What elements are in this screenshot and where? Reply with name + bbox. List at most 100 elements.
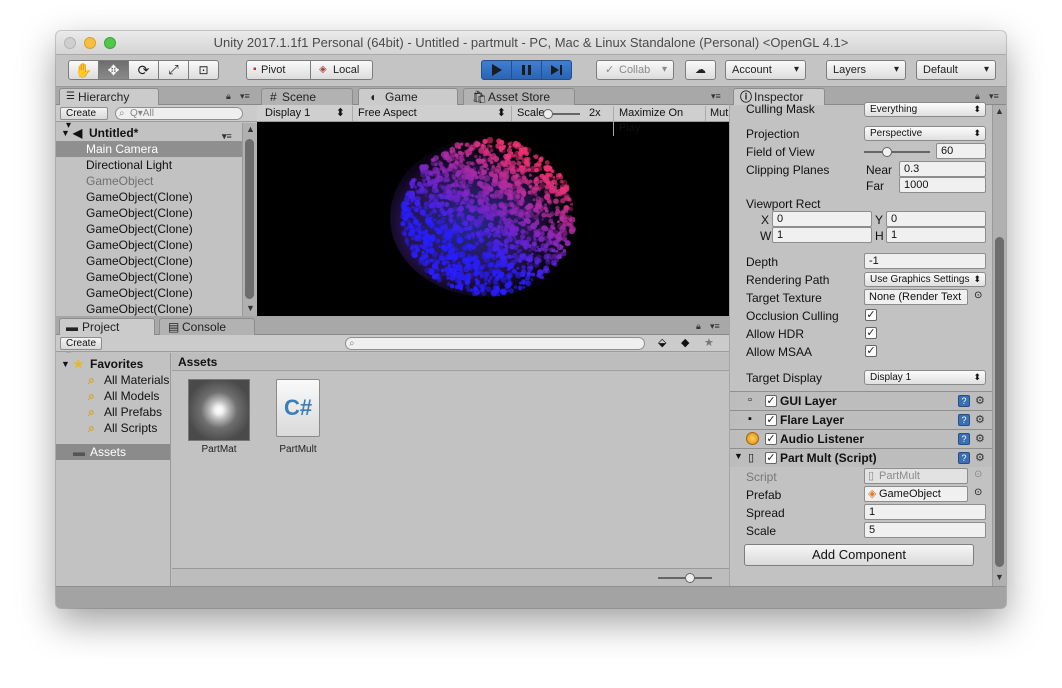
hierarchy-item[interactable]: GameObject(Clone) [56, 269, 242, 285]
viewport-x-field[interactable]: 0 [772, 211, 872, 227]
project-panel-menu-icon[interactable]: ▾≡ [710, 321, 720, 332]
fov-slider-thumb[interactable] [882, 147, 893, 157]
gear-icon[interactable]: ⚙ [975, 414, 985, 426]
close-window-button[interactable] [64, 37, 76, 49]
project-lock-icon[interactable]: 🔒︎ [696, 321, 701, 332]
inspector-scroll-thumb[interactable] [995, 237, 1004, 567]
tab-asset-store[interactable]: 🛍︎ Asset Store [463, 88, 575, 105]
occlusion-culling-checkbox[interactable]: ✓ [865, 309, 877, 321]
tab-game[interactable]: ◖ Game [358, 88, 458, 105]
depth-field[interactable]: -1 [864, 253, 986, 269]
local-toggle-button[interactable]: ◈ Local [310, 60, 373, 80]
cloud-button[interactable]: ☁ [685, 60, 716, 80]
gear-icon[interactable]: ⚙ [975, 433, 985, 445]
minimize-window-button[interactable] [84, 37, 96, 49]
allow-hdr-checkbox[interactable]: ✓ [865, 327, 877, 339]
help-book-icon[interactable]: ? [958, 433, 970, 445]
game-panel-menu-icon[interactable]: ▾≡ [711, 91, 721, 102]
pause-button[interactable] [511, 60, 542, 80]
target-texture-field[interactable]: None (Render Text [864, 289, 968, 305]
rect-tool-button[interactable]: ⊡ [188, 60, 219, 80]
gear-icon[interactable]: ⚙ [975, 395, 985, 407]
layout-dropdown[interactable]: Default [916, 60, 996, 80]
part-mult-script-header[interactable]: ▼ ▯ ✓ Part Mult (Script) ? ⚙ [730, 448, 992, 467]
audio-listener-header[interactable]: ✓ Audio Listener ? ⚙ [730, 429, 992, 448]
mute-audio-toggle[interactable]: Mut [705, 106, 729, 121]
add-component-button[interactable]: Add Component [744, 544, 974, 566]
scale-slider-thumb[interactable] [542, 109, 553, 119]
hierarchy-search-input[interactable]: ⌕ Q▾All [115, 107, 243, 120]
tab-project[interactable]: ▬ Project [59, 318, 155, 335]
object-picker-icon[interactable]: ⊙ [974, 290, 982, 301]
foldout-arrow-icon[interactable]: ▼ [734, 451, 743, 461]
object-picker-icon[interactable]: ⊙ [974, 487, 982, 498]
asset-item-partmat[interactable]: PartMat [188, 379, 252, 459]
gui-layer-enabled-checkbox[interactable]: ✓ [765, 395, 777, 407]
hierarchy-item[interactable]: GameObject(Clone) [56, 285, 242, 301]
foldout-arrow-icon[interactable]: ▼ [61, 125, 70, 141]
favorite-search-item[interactable]: ⌕ All Materials [56, 372, 170, 388]
project-search-input[interactable]: ⌕ [345, 337, 645, 350]
tab-scene[interactable]: # Scene [261, 88, 353, 105]
icon-size-slider-track[interactable] [658, 573, 712, 583]
inspector-lock-icon[interactable]: 🔒︎ [975, 91, 980, 102]
viewport-y-field[interactable]: 0 [886, 211, 986, 227]
favorite-search-item[interactable]: ⌕ All Prefabs [56, 404, 170, 420]
scene-root-row[interactable]: ▼ ◀ Untitled* ▾≡ [56, 125, 242, 141]
icon-size-slider-thumb[interactable] [685, 573, 696, 583]
audio-listener-enabled-checkbox[interactable]: ✓ [765, 433, 777, 445]
help-book-icon[interactable]: ? [958, 414, 970, 426]
gui-layer-header[interactable]: ▫ ✓ GUI Layer ? ⚙ [730, 391, 992, 410]
fov-slider-track[interactable] [864, 147, 930, 157]
hierarchy-scroll-thumb[interactable] [245, 139, 254, 299]
filter-by-label-icon[interactable]: ◆ [681, 336, 689, 349]
hierarchy-item[interactable]: GameObject(Clone) [56, 237, 242, 253]
flare-layer-header[interactable]: ▪ ✓ Flare Layer ? ⚙ [730, 410, 992, 429]
asset-item-partmult[interactable]: C# PartMult [272, 379, 336, 459]
scroll-down-arrow-icon[interactable]: ▼ [993, 572, 1006, 582]
tab-console[interactable]: ▤ Console [159, 318, 255, 335]
near-clip-field[interactable]: 0.3 [899, 161, 986, 177]
scroll-up-arrow-icon[interactable]: ▲ [244, 124, 257, 134]
collab-dropdown[interactable]: ✓ Collab [596, 60, 674, 80]
favorite-search-item[interactable]: ⌕ All Scripts [56, 420, 170, 436]
part-mult-enabled-checkbox[interactable]: ✓ [765, 452, 777, 464]
target-display-dropdown[interactable]: Display 1 [864, 370, 986, 385]
tab-hierarchy[interactable]: ☰ Hierarchy [59, 88, 159, 105]
project-create-button[interactable]: Create ▾ [60, 337, 102, 361]
hand-tool-button[interactable]: ✋ [68, 60, 99, 80]
panel-menu-icon[interactable]: ▾≡ [240, 91, 250, 102]
scale-slider-track[interactable] [542, 109, 580, 119]
filter-by-type-icon[interactable]: ⬙ [658, 336, 666, 349]
pivot-toggle-button[interactable]: ▪ Pivot [246, 60, 311, 80]
hierarchy-item[interactable]: GameObject(Clone) [56, 189, 242, 205]
scale-field[interactable]: 5 [864, 522, 986, 538]
hierarchy-item[interactable]: GameObject(Clone) [56, 301, 242, 316]
allow-msaa-checkbox[interactable]: ✓ [865, 345, 877, 357]
play-button[interactable] [481, 60, 512, 80]
prefab-field[interactable]: ◈ GameObject [864, 486, 968, 502]
move-tool-button[interactable]: ✥ [98, 60, 129, 80]
hierarchy-item[interactable]: GameObject(Clone) [56, 253, 242, 269]
hierarchy-item[interactable]: Directional Light [56, 157, 242, 173]
zoom-window-button[interactable] [104, 37, 116, 49]
culling-mask-dropdown[interactable]: Everything [864, 102, 986, 117]
favorite-star-icon[interactable]: ★ [704, 336, 714, 349]
assets-folder-row[interactable]: ▬ Assets [56, 444, 170, 460]
scroll-up-arrow-icon[interactable]: ▲ [993, 106, 1006, 116]
gear-icon[interactable]: ⚙ [975, 452, 985, 464]
rotate-tool-button[interactable]: ⟳ [128, 60, 159, 80]
fov-field[interactable]: 60 [936, 143, 986, 159]
far-clip-field[interactable]: 1000 [899, 177, 986, 193]
projection-dropdown[interactable]: Perspective [864, 126, 986, 141]
rendering-path-dropdown[interactable]: Use Graphics Settings [864, 272, 986, 287]
display-dropdown[interactable]: Display 1 ⬍ [265, 106, 345, 121]
hierarchy-item[interactable]: GameObject(Clone) [56, 205, 242, 221]
hierarchy-scrollbar[interactable]: ▲ ▼ [242, 123, 257, 316]
layers-dropdown[interactable]: Layers [826, 60, 906, 80]
scale-tool-button[interactable]: ⤢ [158, 60, 189, 80]
lock-icon[interactable]: 🔒︎ [226, 91, 231, 102]
favorite-search-item[interactable]: ⌕ All Models [56, 388, 170, 404]
flare-layer-enabled-checkbox[interactable]: ✓ [765, 414, 777, 426]
hierarchy-create-button[interactable]: Create ▾ [60, 107, 108, 131]
